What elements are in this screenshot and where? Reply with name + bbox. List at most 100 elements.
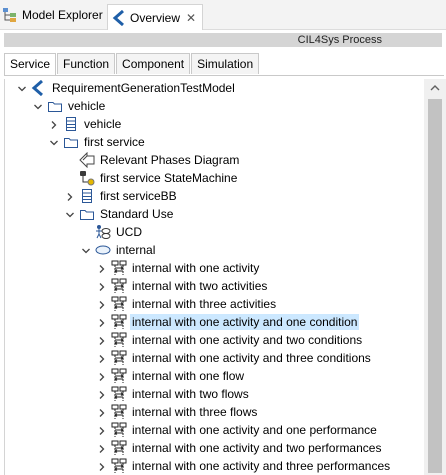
view-tab-model-explorer[interactable]: Model Explorer [2,3,103,27]
view-tab-label: Overview [130,10,181,25]
chevron-right-icon[interactable] [97,353,107,363]
tree-item-label: UCD [116,225,142,239]
tree-item[interactable]: internal with two flows [97,385,251,403]
tree-item[interactable]: internal with one flow [97,367,246,385]
chevron-down-icon[interactable] [33,101,43,111]
tree-item-label: internal with three flows [132,405,258,419]
chevron-right-icon[interactable] [65,191,75,201]
interaction-icon [111,332,127,348]
chevron-down-icon[interactable] [49,137,59,147]
chevron-right-icon[interactable] [49,119,59,129]
tree-item[interactable]: Relevant Phases Diagram [65,151,241,169]
tab-component[interactable]: Component [116,53,191,74]
tree-item-label: internal with one activity and one condi… [130,314,360,330]
tree-item[interactable]: internal with one activity and one perfo… [97,421,379,439]
tree-item[interactable]: first service [49,133,147,151]
tree-item[interactable]: vehicle [33,97,107,115]
chevron-right-icon[interactable] [97,389,107,399]
tab-simulation[interactable]: Simulation [191,53,260,74]
tree-item-label: internal [116,243,156,257]
tree-item-label: internal with one activity and three con… [132,351,371,365]
model-icon [31,79,47,97]
use-case-icon [95,242,111,258]
tree-item[interactable]: internal with two activities [97,277,269,295]
tab-service[interactable]: Service [4,53,57,75]
model-tree[interactable]: RequirementGenerationTestModel vehicle veh… [4,79,425,475]
interaction-icon [111,278,127,294]
chevron-right-icon[interactable] [97,299,107,309]
scroll-up-icon[interactable] [424,79,446,97]
tree-item-label: internal with two activities [132,279,268,293]
tab-divider [4,75,444,76]
chevron-right-icon[interactable] [97,443,107,453]
tree-item-label: internal with one activity and three per… [132,459,391,473]
chevron-right-icon[interactable] [97,407,107,417]
state-machine-icon [79,170,95,186]
tree-item-label: internal with one activity and one perfo… [132,423,377,437]
tree-item-label: internal with one flow [132,369,245,383]
interaction-icon [111,386,127,402]
editor-title-bar: CIL4Sys Process [4,33,442,47]
tree-item[interactable]: Standard Use [65,205,175,223]
interaction-icon [111,260,127,276]
chevron-right-icon[interactable] [97,317,107,327]
interaction-icon [111,350,127,366]
interaction-icon [111,422,127,438]
tree-item-label: internal with one activity and two perfo… [132,441,382,455]
view-tab-bar: Model Explorer Overview ✕ [0,0,446,30]
tree-item[interactable]: internal with one activity [97,259,261,277]
chevron-right-icon[interactable] [97,335,107,345]
tab-function[interactable]: Function [57,53,116,74]
chevron-down-icon[interactable] [81,245,91,255]
model-explorer-icon [3,8,16,22]
interaction-icon [111,314,127,330]
view-tab-overview[interactable]: Overview ✕ [107,4,203,30]
tree-item-label: vehicle [84,117,122,131]
tree-item-label: internal with one activity [132,261,260,275]
interaction-icon [111,368,127,384]
chevron-down-icon[interactable] [17,83,27,93]
chevron-right-icon[interactable] [97,281,107,291]
tree-item[interactable]: internal with three activities [97,295,278,313]
chevron-right-icon[interactable] [97,461,107,471]
tree-item-label: vehicle [68,99,106,113]
tree-item[interactable]: internal with one activity and two condi… [97,331,364,349]
interaction-icon [111,296,127,312]
interaction-icon [111,440,127,456]
tree-item[interactable]: UCD [81,223,144,241]
tree-item[interactable]: internal with one activity and one condi… [97,313,360,331]
tree-item[interactable]: first service StateMachine [65,169,239,187]
folder-icon [63,134,79,150]
tree-item-label: first service [84,135,145,149]
page-title: CIL4Sys Process [297,34,382,46]
tree-item[interactable]: first serviceBB [65,187,179,205]
tree-item-label: first service StateMachine [100,171,238,185]
tree-item[interactable]: internal with three flows [97,403,259,421]
interaction-icon [111,404,127,420]
chevron-down-icon[interactable] [65,209,75,219]
chevron-right-icon[interactable] [97,263,107,273]
chevron-right-icon[interactable] [97,371,107,381]
close-icon[interactable]: ✕ [186,11,196,25]
tree-item-label: internal with two flows [132,387,249,401]
tree-item-label: Standard Use [100,207,174,221]
tree-item[interactable]: internal with one activity and three con… [97,349,373,367]
block-icon [63,116,79,132]
overview-icon [112,9,124,26]
tree-item[interactable]: internal with one activity and three per… [97,457,392,475]
chevron-right-icon[interactable] [97,425,107,435]
folder-icon [47,98,63,114]
block-icon [79,188,95,204]
tree-item[interactable]: internal with one activity and two perfo… [97,439,383,457]
tree-item[interactable]: vehicle [49,115,123,133]
tree-item[interactable]: RequirementGenerationTestModel [17,79,237,97]
phases-diagram-icon [79,151,95,169]
vertical-scrollbar[interactable] [424,79,446,475]
interaction-icon [111,458,127,474]
scrollbar-thumb[interactable] [428,99,442,473]
tree-item-label: internal with one activity and two condi… [132,333,363,347]
tree-item[interactable]: internal [81,241,157,259]
